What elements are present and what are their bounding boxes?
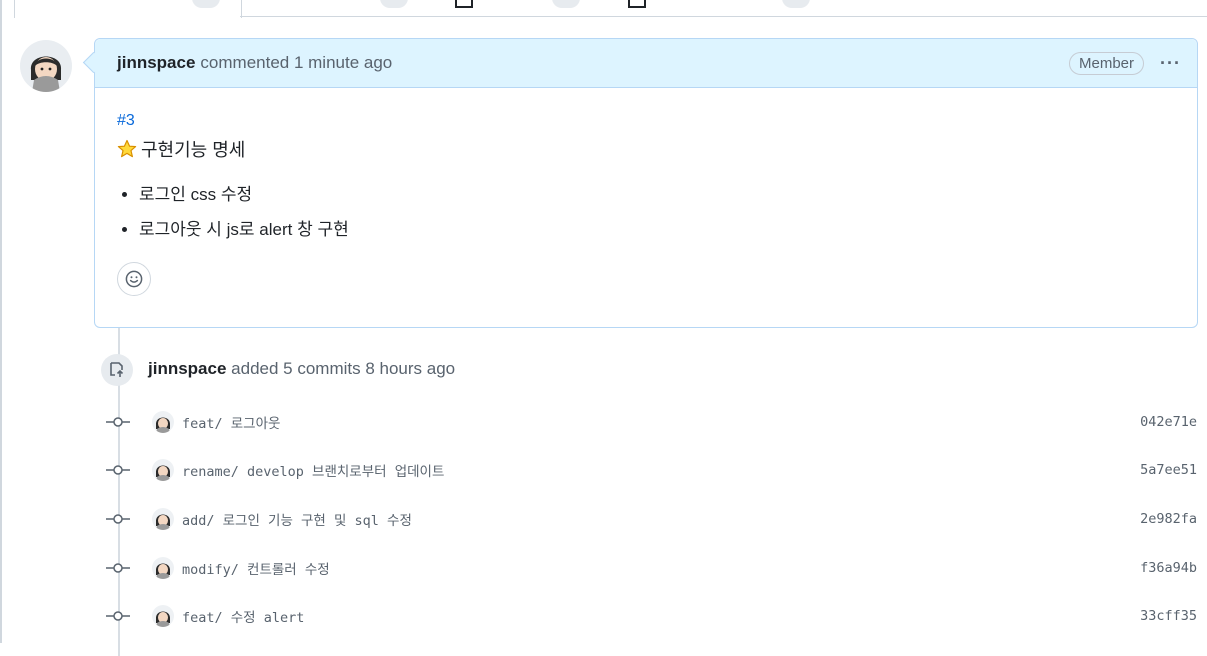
comment-author-link[interactable]: jinnspace [117,53,195,73]
checks-tab-icon [628,0,646,8]
event-description: added 5 commits 8 hours ago [231,359,456,378]
comment-timestamp[interactable]: commented 1 minute ago [200,53,392,73]
git-commit-icon [100,555,136,581]
left-border [0,0,2,643]
commit-author-avatar[interactable] [152,459,174,481]
smiley-icon [125,270,143,288]
spec-heading: 구현기능 명세 [117,136,1175,162]
commit-row: rename/ develop 브랜치로부터 업데이트 5a7ee51 [100,457,1197,483]
commit-row: feat/ 로그아웃 042e71e [100,409,1197,435]
commit-message-link[interactable]: add/ 로그인 기능 구현 및 sql 수정 [182,509,412,529]
commit-message-link[interactable]: feat/ 로그아웃 [182,412,280,432]
commit-author-avatar[interactable] [152,605,174,627]
commit-message-link[interactable]: feat/ 수정 alert [182,606,304,626]
commit-row: modify/ 컨트롤러 수정 f36a94b [100,555,1197,581]
git-commit-icon [100,457,136,483]
commit-author-avatar[interactable] [152,557,174,579]
git-commit-push-icon [101,354,133,386]
list-item: 로그인 css 수정 [139,180,1175,205]
commit-message-link[interactable]: rename/ develop 브랜치로부터 업데이트 [182,460,444,480]
commit-sha-link[interactable]: 2e982fa [1140,511,1197,527]
add-reaction-button[interactable] [117,262,151,296]
comment-header: jinnspace commented 1 minute ago Member … [95,39,1197,88]
tab-counter [552,0,580,8]
spec-heading-text: 구현기능 명세 [141,140,246,160]
commit-message-link[interactable]: modify/ 컨트롤러 수정 [182,558,330,578]
commit-author-avatar[interactable] [152,508,174,530]
kebab-horizontal-icon[interactable]: ··· [1160,53,1181,74]
spec-list: 로그인 css 수정 로그아웃 시 js로 alert 창 구현 [117,180,1175,240]
commit-sha-link[interactable]: 33cff35 [1140,608,1197,624]
tab-counter [380,0,408,8]
issue-reference-link[interactable]: #3 [117,112,1175,130]
tab-nav [0,0,1207,18]
avatar[interactable] [20,40,72,92]
member-badge: Member [1069,51,1145,75]
commit-row: feat/ 수정 alert 33cff35 [100,603,1197,629]
tab-counter [782,0,810,8]
commit-sha-link[interactable]: 5a7ee51 [1140,462,1197,478]
commits-tab-icon [455,0,473,8]
event-author-link[interactable]: jinnspace [148,359,226,378]
commit-row: add/ 로그인 기능 구현 및 sql 수정 2e982fa [100,506,1197,532]
commit-sha-link[interactable]: f36a94b [1140,560,1197,576]
git-commit-icon [100,603,136,629]
commit-event: jinnspace added 5 commits 8 hours ago [148,359,455,379]
git-commit-icon [100,409,136,435]
comment-box: jinnspace commented 1 minute ago Member … [94,38,1198,328]
star-icon [117,139,137,158]
commit-sha-link[interactable]: 042e71e [1140,414,1197,430]
commit-author-avatar[interactable] [152,411,174,433]
comment-body: #3 구현기능 명세 로그인 css 수정 로그아웃 시 js로 alert 창… [95,88,1197,320]
list-item: 로그아웃 시 js로 alert 창 구현 [139,215,1175,240]
git-commit-icon [100,506,136,532]
tab-divider [240,16,1207,17]
